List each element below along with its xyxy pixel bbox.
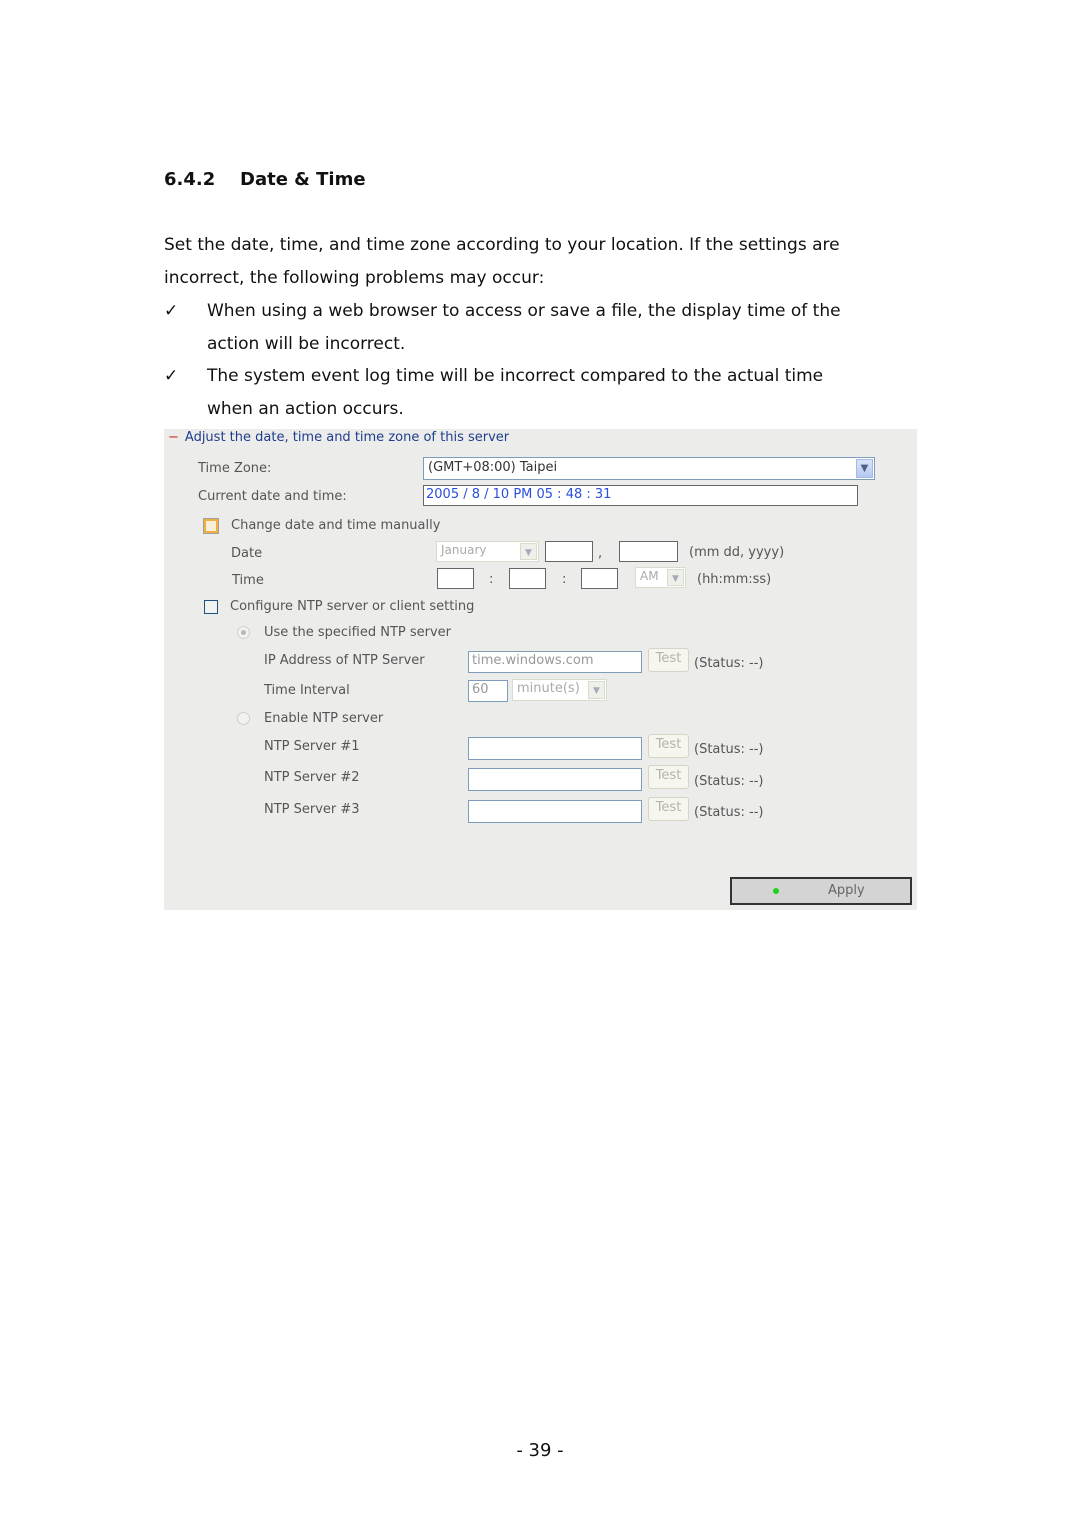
ampm-value: AM	[640, 569, 659, 583]
collapse-minus-icon[interactable]: −	[168, 430, 179, 445]
current-date-time-field: 2005 / 8 / 10 PM 05 : 48 : 31	[423, 485, 858, 506]
date-comma: ,	[598, 546, 603, 561]
apply-button-label: Apply	[828, 883, 865, 898]
panel-header[interactable]: − Adjust the date, time and time zone of …	[168, 430, 509, 445]
use-specified-ntp-label: Use the specified NTP server	[264, 625, 452, 640]
change-manually-checkbox[interactable]	[203, 518, 219, 534]
time-zone-select[interactable]: (GMT+08:00) Taipei ▼	[423, 457, 875, 480]
status-led-icon	[773, 888, 779, 894]
ntp-ip-label: IP Address of NTP Server	[264, 653, 425, 668]
ntp-ip-input[interactable]: time.windows.com	[468, 651, 642, 673]
section-heading: 6.4.2 Date & Time	[164, 169, 366, 190]
test-ntp-server-3-button[interactable]: Test	[648, 797, 689, 821]
date-time-settings-panel: − Adjust the date, time and time zone of …	[164, 429, 917, 910]
test-ntp-ip-button[interactable]: Test	[648, 648, 689, 672]
configure-ntp-checkbox[interactable]	[204, 600, 218, 614]
interval-unit-select[interactable]: minute(s) ▼	[512, 679, 607, 701]
day-input[interactable]	[545, 541, 593, 562]
intro-line-2: incorrect, the following problems may oc…	[164, 268, 545, 288]
ntp-server-2-input[interactable]	[468, 768, 642, 791]
panel-header-text: Adjust the date, time and time zone of t…	[184, 430, 510, 445]
bullet-text-line: when an action occurs.	[207, 399, 404, 419]
ntp-ip-status: (Status: --)	[694, 656, 764, 671]
ntp-server-1-status: (Status: --)	[694, 742, 764, 757]
time-zone-label: Time Zone:	[198, 461, 272, 476]
ntp-server-1-input[interactable]	[468, 737, 642, 760]
month-value: January	[441, 543, 487, 557]
section-title: Date & Time	[240, 169, 366, 190]
apply-button[interactable]: Apply	[730, 877, 912, 905]
ntp-server-2-status: (Status: --)	[694, 774, 764, 789]
time-separator: :	[489, 572, 494, 587]
intro-line-1: Set the date, time, and time zone accord…	[164, 235, 840, 255]
time-interval-label: Time Interval	[264, 683, 350, 698]
interval-unit-value: minute(s)	[517, 681, 580, 696]
change-manually-label: Change date and time manually	[231, 518, 441, 533]
chevron-down-icon[interactable]: ▼	[856, 459, 873, 478]
ntp-server-1-label: NTP Server #1	[264, 739, 360, 754]
use-specified-ntp-radio[interactable]	[237, 626, 250, 639]
bullet-text-line: When using a web browser to access or sa…	[207, 301, 841, 321]
test-ntp-server-2-button[interactable]: Test	[648, 765, 689, 789]
hour-input[interactable]	[437, 568, 474, 589]
date-format-hint: (mm dd, yyyy)	[689, 545, 785, 560]
ntp-server-3-status: (Status: --)	[694, 805, 764, 820]
enable-ntp-server-radio[interactable]	[237, 712, 250, 725]
check-icon: ✓	[164, 301, 179, 321]
time-zone-value: (GMT+08:00) Taipei	[428, 460, 558, 475]
second-input[interactable]	[581, 568, 618, 589]
time-format-hint: (hh:mm:ss)	[697, 572, 772, 587]
current-date-time-label: Current date and time:	[198, 489, 347, 504]
year-input[interactable]	[619, 541, 678, 562]
ntp-server-2-label: NTP Server #2	[264, 770, 360, 785]
time-interval-input[interactable]: 60	[468, 680, 508, 702]
month-select[interactable]: January ▼	[436, 541, 539, 562]
minute-input[interactable]	[509, 568, 546, 589]
time-separator: :	[562, 572, 567, 587]
ntp-server-3-input[interactable]	[468, 800, 642, 823]
bullet-item: ✓ When using a web browser to access or …	[164, 295, 924, 361]
chevron-down-icon[interactable]: ▼	[588, 681, 605, 699]
ntp-server-3-label: NTP Server #3	[264, 802, 360, 817]
radio-selected-dot	[241, 630, 246, 635]
check-icon: ✓	[164, 366, 179, 386]
configure-ntp-label: Configure NTP server or client setting	[230, 599, 475, 614]
test-ntp-server-1-button[interactable]: Test	[648, 734, 689, 758]
bullet-item: ✓ The system event log time will be inco…	[164, 360, 924, 426]
time-label: Time	[232, 573, 264, 588]
bullet-text-line: action will be incorrect.	[207, 334, 406, 354]
ampm-select[interactable]: AM ▼	[635, 567, 686, 588]
date-label: Date	[231, 546, 263, 561]
page-number: - 39 -	[516, 1440, 564, 1461]
section-number: 6.4.2	[164, 169, 216, 190]
chevron-down-icon[interactable]: ▼	[667, 569, 684, 586]
chevron-down-icon[interactable]: ▼	[520, 543, 537, 560]
bullet-text-line: The system event log time will be incorr…	[207, 366, 824, 386]
enable-ntp-server-label: Enable NTP server	[264, 711, 384, 726]
